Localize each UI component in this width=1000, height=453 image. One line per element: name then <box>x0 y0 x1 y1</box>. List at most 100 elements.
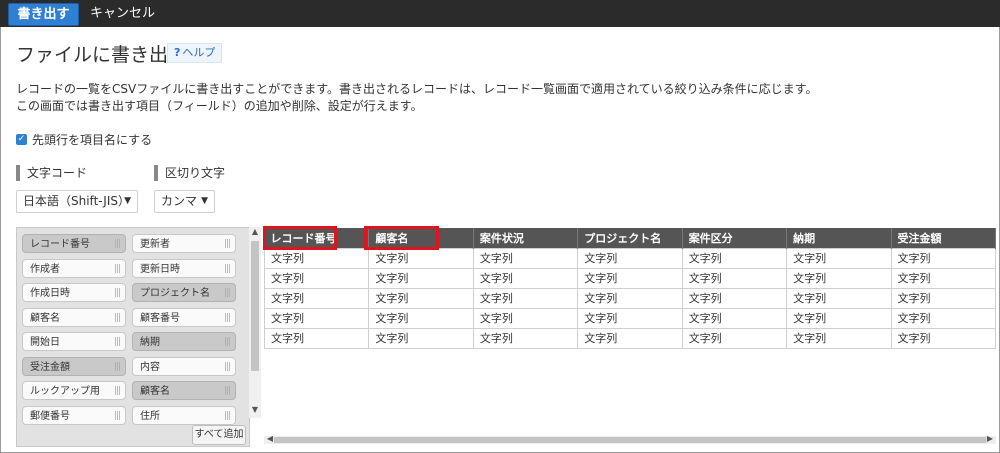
field-chip-label: 郵便番号 <box>30 410 70 422</box>
chevron-down-icon: ▼ <box>124 196 131 206</box>
table-cell: 文字列 <box>890 287 997 309</box>
table-cell: 文字列 <box>472 307 579 329</box>
field-chip[interactable]: 顧客名 ||| <box>22 307 126 328</box>
help-icon: ? <box>174 46 181 59</box>
column-header[interactable]: 受注金額 <box>891 228 997 248</box>
table-cell: 文字列 <box>472 287 579 309</box>
field-chip[interactable]: 作成日時 ||| <box>22 283 126 302</box>
field-chip[interactable]: 受注金額 ||| <box>22 356 126 377</box>
table-row: 文字列 文字列 文字列 文字列 文字列 文字列 文字列 <box>263 247 997 269</box>
scroll-thumb[interactable] <box>274 437 986 443</box>
table-cell: 文字列 <box>472 327 579 349</box>
field-chip[interactable]: プロジェクト名 ||| <box>132 283 236 302</box>
field-chip[interactable]: 内容 ||| <box>132 356 236 377</box>
chevron-down-icon: ▼ <box>201 196 208 206</box>
drag-handle-icon[interactable]: ||| <box>114 260 121 279</box>
drag-handle-icon[interactable]: ||| <box>224 382 231 401</box>
field-chip[interactable]: 納期 ||| <box>132 332 236 351</box>
field-chip-label: 更新者 <box>140 239 170 250</box>
top-toolbar: 書き出す キャンセル <box>0 0 1000 27</box>
table-cell: 文字列 <box>263 287 370 309</box>
scroll-thumb[interactable] <box>251 241 259 371</box>
separator-select[interactable]: カンマ ▼ <box>154 190 215 213</box>
description-line-2: この画面では書き出す項目（フィールド）の追加や削除、設定が行えます。 <box>16 99 423 113</box>
drag-handle-icon[interactable]: ||| <box>224 235 231 254</box>
encoding-value: 日本語（Shift-JIS） <box>23 194 130 208</box>
add-all-button[interactable]: すべて追加 <box>192 425 246 445</box>
table-cell: 文字列 <box>577 327 683 349</box>
field-chip[interactable]: 郵便番号 ||| <box>22 405 126 426</box>
table-cell: 文字列 <box>263 307 370 329</box>
drag-handle-icon[interactable]: ||| <box>114 309 121 328</box>
drag-handle-icon[interactable]: ||| <box>224 284 231 303</box>
field-chip[interactable]: 更新日時 ||| <box>132 258 236 279</box>
table-cell: 文字列 <box>263 267 370 289</box>
field-chip[interactable]: 顧客名 ||| <box>132 381 236 400</box>
field-chip[interactable]: ルックアップ用 ||| <box>22 381 126 400</box>
field-chip[interactable]: 更新者 ||| <box>132 234 236 253</box>
table-cell: 文字列 <box>577 247 683 269</box>
description-line-1: レコードの一覧をCSVファイルに書き出すことができます。書き出されるレコードは、… <box>16 82 818 96</box>
field-chip-label: ルックアップ用 <box>30 386 100 397</box>
encoding-select[interactable]: 日本語（Shift-JIS） ▼ <box>16 190 138 213</box>
highlight-box-record-number <box>263 226 337 250</box>
scroll-right-icon[interactable]: ▶ <box>984 434 996 443</box>
field-chip[interactable]: 作成者 ||| <box>22 258 126 279</box>
table-cell: 文字列 <box>681 307 788 329</box>
drag-handle-icon[interactable]: ||| <box>224 407 231 426</box>
column-header[interactable]: 納期 <box>786 228 892 248</box>
drag-handle-icon[interactable]: ||| <box>114 333 121 352</box>
drag-handle-icon[interactable]: ||| <box>114 284 121 303</box>
table-cell: 文字列 <box>577 267 683 289</box>
page-title: ファイルに書き出す <box>16 44 188 66</box>
drag-handle-icon[interactable]: ||| <box>114 235 121 254</box>
export-button[interactable]: 書き出す <box>8 3 79 26</box>
field-chip[interactable]: 顧客番号 ||| <box>132 307 236 328</box>
help-label: ヘルプ <box>182 46 216 59</box>
cancel-button[interactable]: キャンセル <box>90 3 155 24</box>
field-chip-label: 作成日時 <box>30 288 70 299</box>
table-cell: 文字列 <box>681 247 788 269</box>
table-cell: 文字列 <box>472 247 579 269</box>
scroll-down-icon[interactable]: ▼ <box>249 405 261 414</box>
table-cell: 文字列 <box>368 307 474 329</box>
help-link[interactable]: ? ヘルプ <box>167 43 223 63</box>
drag-handle-icon[interactable]: ||| <box>224 309 231 328</box>
header-row-option[interactable]: ✓ 先頭行を項目名にする <box>16 131 152 148</box>
field-chip-label: 納期 <box>140 337 160 348</box>
drag-handle-icon[interactable]: ||| <box>114 382 121 401</box>
field-list-scrollbar[interactable]: ▲ ▼ <box>249 227 261 418</box>
encoding-label: 文字コード <box>16 165 87 181</box>
column-header[interactable]: プロジェクト名 <box>577 228 683 248</box>
drag-handle-icon[interactable]: ||| <box>224 358 231 377</box>
table-cell: 文字列 <box>368 327 474 349</box>
field-chip-label: 顧客名 <box>140 386 170 397</box>
table-cell: 文字列 <box>368 287 474 309</box>
field-chip[interactable]: 開始日 ||| <box>22 332 126 351</box>
drag-handle-icon[interactable]: ||| <box>114 407 121 426</box>
table-cell: 文字列 <box>786 307 892 329</box>
table-cell: 文字列 <box>786 287 892 309</box>
header-row-checkbox[interactable]: ✓ <box>16 134 27 145</box>
table-cell: 文字列 <box>368 267 474 289</box>
drag-handle-icon[interactable]: ||| <box>224 260 231 279</box>
field-chip[interactable]: 住所 ||| <box>132 405 236 426</box>
column-header[interactable]: 案件状況 <box>473 228 579 248</box>
drag-handle-icon[interactable]: ||| <box>114 358 121 377</box>
field-chip-label: 更新日時 <box>140 263 180 275</box>
table-cell: 文字列 <box>890 267 997 289</box>
field-list-panel: レコード番号 ||| 作成者 ||| 作成日時 ||| 顧客名 ||| 開始日 ||| 受注金額 ||… <box>16 227 250 447</box>
table-cell: 文字列 <box>786 327 892 349</box>
scroll-up-icon[interactable]: ▲ <box>249 227 261 236</box>
table-cell: 文字列 <box>263 327 370 349</box>
table-cell: 文字列 <box>368 247 474 269</box>
table-cell: 文字列 <box>577 287 683 309</box>
column-header[interactable]: 案件区分 <box>682 228 788 248</box>
table-cell: 文字列 <box>472 267 579 289</box>
field-chip[interactable]: レコード番号 ||| <box>22 234 126 253</box>
table-cell: 文字列 <box>890 327 997 349</box>
field-chip-label: 住所 <box>140 410 160 422</box>
drag-handle-icon[interactable]: ||| <box>224 333 231 352</box>
table-horizontal-scrollbar[interactable]: ◀ ▶ <box>264 434 996 444</box>
field-chip-label: 顧客番号 <box>140 312 180 324</box>
